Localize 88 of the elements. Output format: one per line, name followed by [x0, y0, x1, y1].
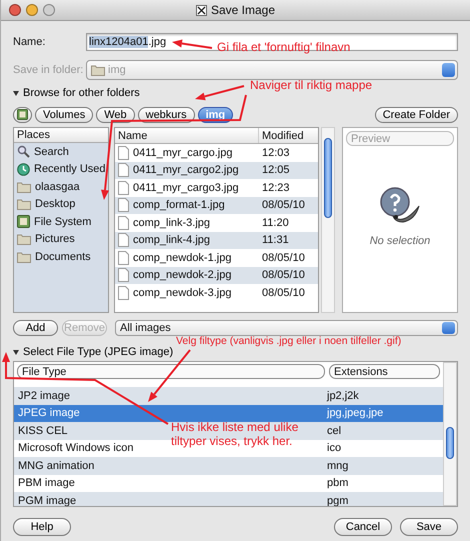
- folder-icon: [91, 64, 105, 76]
- file-item[interactable]: comp_link-3.jpg: [115, 216, 258, 230]
- drive-button[interactable]: [13, 106, 32, 122]
- modified-cell-text: 08/05/10: [261, 199, 305, 212]
- annotation-text: Hvis ikke liste med ulike tiltyper vises, trykk her.: [171, 420, 300, 448]
- folder-icon: [17, 180, 31, 193]
- extension-cell: cel: [327, 424, 342, 437]
- file-item[interactable]: 0411_myr_cargo3.jpg: [115, 180, 258, 195]
- folder-icon: [17, 198, 31, 210]
- file-type-cell[interactable]: Microsoft Windows icon: [18, 442, 134, 454]
- file-type-cell[interactable]: PGM image: [18, 494, 76, 506]
- x11-icon: [196, 4, 207, 16]
- extension-cell: mng: [327, 460, 348, 472]
- place-item[interactable]: Recently Used: [14, 160, 108, 178]
- file-icon: [118, 286, 129, 300]
- close-button[interactable]: [9, 4, 21, 16]
- file-type-expander[interactable]: Select File Type (JPEG image): [13, 346, 174, 358]
- file-icon: [118, 250, 129, 265]
- file-item[interactable]: 0411_myr_cargo2.jpg: [115, 163, 258, 178]
- modified-cell-text: 08/05/10: [261, 269, 305, 282]
- folder-icon: [17, 233, 31, 246]
- place-item[interactable]: File System: [14, 213, 108, 230]
- extension-cell: jp2,j2k: [327, 390, 359, 402]
- file-item[interactable]: comp_link-4.jpg: [115, 233, 258, 248]
- file-icon: [118, 268, 129, 282]
- place-item[interactable]: olaasgaa: [14, 178, 108, 196]
- file-icon: [118, 180, 129, 195]
- folder-label: Save in folder:: [13, 64, 84, 76]
- name-label: Name:: [13, 36, 46, 48]
- file-item[interactable]: comp_newdok-3.jpg: [115, 286, 258, 300]
- annotation-text: Gi fila et 'fornuftig' filnavn: [217, 40, 350, 54]
- create-folder-button[interactable]: Create Folder: [374, 106, 458, 122]
- modified-cell-text: 08/05/10: [261, 252, 305, 264]
- dialog-button[interactable]: Help: [13, 518, 71, 536]
- place-item[interactable]: Desktop: [14, 196, 108, 213]
- file-icon: [118, 146, 129, 160]
- modified-cell-text: 12:23: [261, 182, 290, 194]
- modified-cell-text: 11:31: [261, 234, 289, 246]
- file-item[interactable]: comp_newdok-1.jpg: [115, 250, 258, 265]
- window-title: Save Image: [210, 3, 276, 17]
- extension-cell: ico: [327, 442, 342, 454]
- annotation-text: Velg filtype (vanligvis .jpg eller i noen tilfeller .gif): [176, 334, 402, 348]
- search-icon: [17, 145, 30, 158]
- preview-label: Preview: [346, 131, 454, 146]
- scrollbar[interactable]: [443, 362, 457, 506]
- path-button[interactable]: Web: [96, 106, 135, 122]
- file-type-cell[interactable]: JP2 image: [18, 390, 70, 402]
- modified-cell-text: 12:03: [261, 146, 290, 159]
- path-button[interactable]: Volumes: [35, 106, 94, 122]
- dialog-button[interactable]: Save: [400, 518, 458, 536]
- file-type-cell[interactable]: MNG animation: [18, 460, 94, 472]
- extension-cell: pbm: [327, 477, 348, 490]
- column-header[interactable]: Extensions: [329, 364, 440, 379]
- file-item[interactable]: comp_format-1.jpg: [115, 198, 258, 212]
- browse-expander[interactable]: Browse for other folders: [13, 87, 140, 99]
- column-header[interactable]: Modified: [259, 128, 304, 143]
- extension-cell: jpg,jpeg,jpe: [327, 407, 384, 420]
- column-header[interactable]: Name: [115, 128, 259, 143]
- file-type-cell[interactable]: PBM image: [18, 477, 75, 490]
- places-header: Places: [14, 128, 108, 143]
- file-icon: [118, 163, 129, 178]
- no-selection-text: No selection: [370, 235, 430, 247]
- place-item[interactable]: Search: [14, 143, 108, 160]
- annotation-arrow: [172, 40, 212, 49]
- zoom-button[interactable]: [43, 4, 55, 16]
- clock-icon: [17, 162, 30, 176]
- place-item[interactable]: Documents: [14, 248, 108, 266]
- filter-dropdown[interactable]: All images: [115, 320, 458, 336]
- file-type-cell[interactable]: KISS CEL: [18, 424, 68, 437]
- file-icon: [118, 233, 129, 248]
- dialog-button[interactable]: Cancel: [334, 518, 392, 536]
- file-item[interactable]: 0411_myr_cargo.jpg: [115, 146, 258, 160]
- extension-cell: pgm: [327, 494, 348, 506]
- annotation-text: Naviger til riktig mappe: [250, 78, 372, 92]
- file-icon: [118, 216, 129, 230]
- minimize-button[interactable]: [26, 4, 38, 16]
- file-item[interactable]: comp_newdok-2.jpg: [115, 268, 258, 282]
- place-button[interactable]: Add: [13, 320, 58, 336]
- place-item[interactable]: Pictures: [14, 230, 108, 248]
- column-header[interactable]: File Type: [17, 364, 325, 379]
- file-icon: [118, 198, 129, 212]
- file-type-cell[interactable]: JPEG image: [18, 407, 80, 420]
- scrollbar[interactable]: [321, 127, 335, 313]
- drive-icon: [17, 215, 30, 228]
- modified-cell-text: 08/05/10: [261, 286, 305, 299]
- modified-cell-text: 11:20: [261, 216, 289, 229]
- folder-icon: [17, 250, 31, 263]
- modified-cell-text: 12:05: [261, 164, 290, 176]
